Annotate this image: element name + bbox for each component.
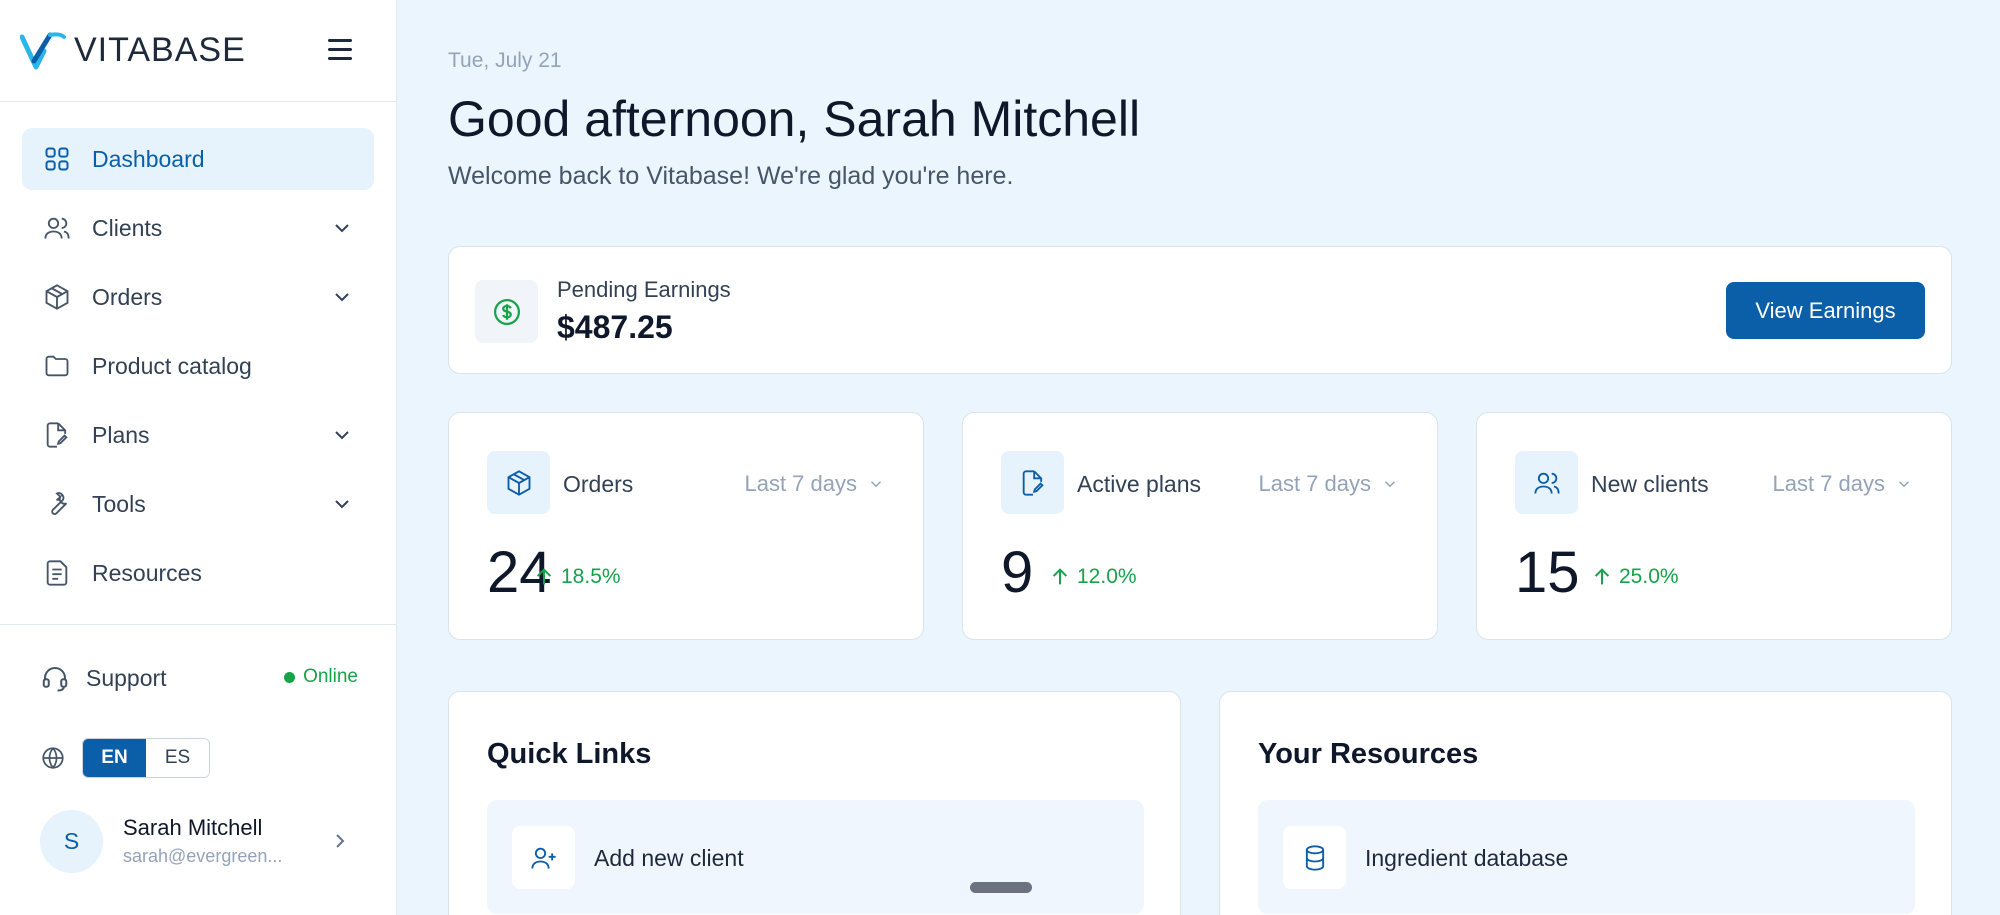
stat-change-value: 12.0% <box>1077 565 1137 588</box>
sidebar-item-label: Clients <box>92 214 163 241</box>
pending-earnings-card: Pending Earnings $487.25 View Earnings <box>448 246 1952 374</box>
quick-links-panel: Quick Links Add new client <box>448 691 1181 915</box>
language-toggle: EN ES <box>82 738 210 778</box>
quick-links-title: Quick Links <box>487 738 652 770</box>
user-name: Sarah Mitchell <box>123 815 263 840</box>
support-label: Support <box>86 664 167 691</box>
package-icon <box>487 451 550 514</box>
language-switcher: EN ES <box>40 738 210 778</box>
dollar-circle-icon <box>475 280 538 343</box>
arrow-up-icon <box>536 568 552 585</box>
chevron-right-icon <box>336 834 345 848</box>
sidebar-item-label: Orders <box>92 283 163 310</box>
sidebar-item-label: Plans <box>92 421 150 448</box>
sidebar-item-product-catalog[interactable]: Product catalog <box>22 335 374 397</box>
period-dropdown[interactable]: Last 7 days <box>744 471 885 497</box>
sidebar-item-label: Dashboard <box>92 145 205 172</box>
chevron-down-icon <box>1898 481 1910 488</box>
resources-panel: Your Resources Ingredient database <box>1219 691 1952 915</box>
user-plus-icon <box>512 826 575 889</box>
stat-card-active-plans: Active plans Last 7 days 9 12.0% <box>962 412 1438 640</box>
period-dropdown[interactable]: Last 7 days <box>1258 471 1399 497</box>
avatar: S <box>40 809 103 873</box>
globe-icon <box>42 747 64 770</box>
database-icon <box>1283 826 1346 889</box>
sidebar-item-resources[interactable]: Resources <box>22 542 374 604</box>
stat-value: 15 <box>1515 540 1580 605</box>
brand-header: VITABASE <box>0 0 396 102</box>
chevron-down-icon[interactable] <box>330 492 354 516</box>
file-edit-icon <box>1001 451 1064 514</box>
resource-ingredient-database[interactable]: Ingredient database <box>1258 800 1915 914</box>
quick-link-label: Add new client <box>594 845 744 871</box>
scroll-handle[interactable] <box>970 882 1032 893</box>
users-icon <box>42 213 72 243</box>
arrow-up-icon <box>1052 568 1068 585</box>
page-title: Good afternoon, Sarah Mitchell <box>448 91 1141 147</box>
chevron-down-icon <box>1384 481 1396 488</box>
current-date: Tue, July 21 <box>448 49 562 72</box>
dashboard-grid-icon <box>42 144 72 174</box>
stat-change-value: 18.5% <box>561 565 621 588</box>
sidebar-item-label: Product catalog <box>92 352 252 379</box>
stat-title: Active plans <box>1077 471 1202 497</box>
stat-change-value: 25.0% <box>1619 565 1679 588</box>
chevron-down-icon <box>870 481 882 488</box>
pending-earnings-label: Pending Earnings <box>557 277 731 302</box>
language-option-en[interactable]: EN <box>83 739 146 777</box>
stat-card-orders: Orders Last 7 days 24 18.5% <box>448 412 924 640</box>
view-earnings-button[interactable]: View Earnings <box>1726 282 1925 339</box>
package-icon <box>42 282 72 312</box>
stat-card-new-clients: New clients Last 7 days 15 25.0% <box>1476 412 1952 640</box>
headset-icon <box>42 667 68 692</box>
main-content: Tue, July 21 Good afternoon, Sarah Mitch… <box>448 0 1952 915</box>
sidebar-item-dashboard[interactable]: Dashboard <box>22 128 374 190</box>
user-profile[interactable]: S Sarah Mitchell sarah@evergreen... <box>40 808 358 874</box>
online-status-text: Online <box>303 666 358 687</box>
stat-change: 25.0% <box>1591 565 1679 589</box>
chevron-down-icon[interactable] <box>330 285 354 309</box>
sidebar: VITABASE Dashboard Clients Orders Produc… <box>0 0 397 915</box>
brand-name: VITABASE <box>74 31 246 69</box>
stat-title: New clients <box>1591 471 1709 497</box>
welcome-message: Welcome back to Vitabase! We're glad you… <box>448 162 1014 190</box>
sidebar-nav: Dashboard Clients Orders Product catalog <box>0 102 396 604</box>
status-dot-icon <box>284 671 296 683</box>
period-dropdown-value: Last 7 days <box>1258 471 1371 496</box>
user-info: Sarah Mitchell sarah@evergreen... <box>123 815 282 867</box>
online-status-badge: Online <box>284 666 358 688</box>
resources-title: Your Resources <box>1258 738 1479 770</box>
file-edit-icon <box>42 420 72 450</box>
sidebar-item-label: Tools <box>92 490 146 517</box>
stat-change: 12.0% <box>1049 565 1137 589</box>
quick-link-add-new-client[interactable]: Add new client <box>487 800 1144 914</box>
support-link[interactable]: Support Online <box>40 660 358 696</box>
chevron-down-icon[interactable] <box>330 216 354 240</box>
period-dropdown-value: Last 7 days <box>744 471 857 496</box>
arrow-up-icon <box>1594 568 1610 585</box>
stat-value: 9 <box>1001 540 1034 605</box>
stat-title: Orders <box>563 471 634 497</box>
folder-icon <box>42 351 72 381</box>
brand-logo[interactable]: VITABASE <box>20 31 246 71</box>
sidebar-item-clients[interactable]: Clients <box>22 197 374 259</box>
stat-change: 18.5% <box>533 565 621 589</box>
sidebar-divider <box>0 624 397 625</box>
vitabase-logo-icon <box>20 31 66 69</box>
hamburger-menu-icon[interactable] <box>328 34 358 64</box>
period-dropdown-value: Last 7 days <box>1772 471 1885 496</box>
document-icon <box>42 558 72 588</box>
sidebar-item-tools[interactable]: Tools <box>22 473 374 535</box>
users-icon <box>1515 451 1578 514</box>
resource-label: Ingredient database <box>1365 845 1569 871</box>
sidebar-item-label: Resources <box>92 559 202 586</box>
sidebar-item-plans[interactable]: Plans <box>22 404 374 466</box>
wrench-icon <box>42 489 72 519</box>
user-email: sarah@evergreen... <box>123 846 283 866</box>
language-option-es[interactable]: ES <box>146 739 209 777</box>
pending-earnings-value: $487.25 <box>557 309 673 345</box>
sidebar-item-orders[interactable]: Orders <box>22 266 374 328</box>
period-dropdown[interactable]: Last 7 days <box>1772 471 1913 497</box>
chevron-down-icon[interactable] <box>330 423 354 447</box>
